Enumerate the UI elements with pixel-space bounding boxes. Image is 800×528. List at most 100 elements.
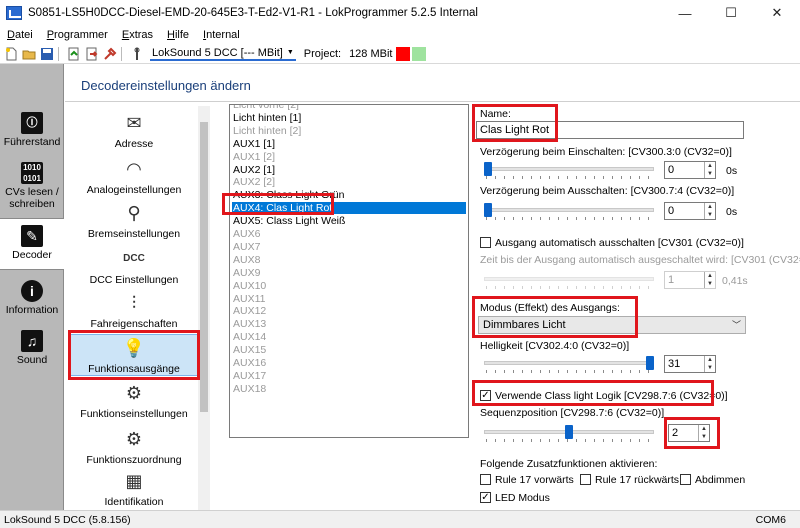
spinner-buttons[interactable]: ▲ ▼ [704,272,715,288]
output-list-item[interactable]: AUX10 [232,280,466,292]
spin-up-icon[interactable]: ▲ [705,356,715,364]
spin-down-icon[interactable]: ▼ [705,211,715,219]
abdimmen-checkbox[interactable] [680,474,691,485]
brake-icon: ⚲ [127,203,141,223]
category-funktionszuordnung[interactable]: ⚙ Funktionszuordnung [70,428,198,468]
delay-off-slider[interactable] [484,208,654,212]
output-list-item[interactable]: AUX1 [2] [232,151,466,163]
delay-on-unit: 0s [726,165,738,177]
output-list-item[interactable]: AUX18 [232,383,466,395]
output-list-item[interactable]: AUX15 [232,344,466,356]
output-list-item[interactable]: AUX5: Class Light Weiß [232,215,466,227]
nav-sound[interactable]: ♫ Sound [0,330,64,370]
delay-on-slider-thumb[interactable] [484,162,492,176]
rule17-forward-checkbox[interactable] [480,474,491,485]
menu-programmer[interactable]: Programmer [40,29,115,41]
slider-ticks [486,439,652,442]
output-list-item[interactable]: AUX9 [232,267,466,279]
output-list-item[interactable]: AUX11 [232,293,466,305]
delay-on-slider[interactable] [484,167,654,171]
title-bar: S0851-LS5H0DCC-Diesel-EMD-20-645E3-T-Ed2… [0,0,800,26]
nav-cvs[interactable]: 1010 0101 CVs lesen / schreiben [0,162,64,214]
export-icon[interactable] [85,47,99,61]
brightness-slider-thumb[interactable] [646,356,654,370]
output-list-item[interactable]: AUX2 [1] [232,164,466,176]
nav-fuehrerstand[interactable]: Ⓘ Führerstand [0,112,64,156]
maximize-button[interactable]: ☐ [708,0,754,26]
delay-off-slider-thumb[interactable] [484,203,492,217]
delay-on-spinner[interactable]: 0 ▲ ▼ [664,161,716,179]
output-list-item[interactable]: AUX1 [1] [232,138,466,150]
output-list-item[interactable]: Licht vorne [2] [232,105,466,111]
save-icon[interactable] [40,47,54,61]
rule17-backward-checkbox[interactable] [580,474,591,485]
output-list-item[interactable]: AUX6 [232,228,466,240]
info-icon: i [21,280,43,302]
status-port: COM6 [755,514,786,526]
output-list-item[interactable]: AUX2 [2] [232,176,466,188]
menu-datei[interactable]: Datei [0,29,40,41]
sequence-slider-thumb[interactable] [565,425,573,439]
spin-down-icon[interactable]: ▼ [705,170,715,178]
spin-up-icon[interactable]: ▲ [705,162,715,170]
nav-information[interactable]: i Information [0,280,64,320]
output-list-item[interactable]: AUX17 [232,370,466,382]
decoder-combo[interactable]: LokSound 5 DCC [--- MBit] ▼ [150,47,296,61]
spin-up-icon[interactable]: ▲ [705,203,715,211]
analog-icon: ◠ [126,159,142,179]
output-list-item[interactable]: AUX12 [232,305,466,317]
auto-off-time-slider[interactable] [484,277,654,281]
category-label: Fahreigenschaften [90,318,178,330]
output-list-item[interactable]: AUX13 [232,318,466,330]
category-funktionseinstellungen[interactable]: ⚙ Funktionseinstellungen [70,382,198,422]
category-adresse[interactable]: ✉ Adresse [70,112,198,152]
auto-off-checkbox[interactable] [480,237,491,248]
output-list-item[interactable]: AUX14 [232,331,466,343]
brightness-slider[interactable] [484,361,654,365]
close-button[interactable]: ✕ [754,0,800,26]
category-bremse[interactable]: ⚲ Bremseinstellungen [70,202,198,242]
led-mode-checkbox[interactable]: ✓ [480,492,491,503]
menu-hilfe[interactable]: Hilfe [160,29,196,41]
brightness-spinner[interactable]: 31 ▲ ▼ [664,355,716,373]
toolbar-separator [121,46,122,61]
spinner-buttons[interactable]: ▲ ▼ [704,162,715,178]
slider-ticks [486,217,652,220]
menu-internal[interactable]: Internal [196,29,247,41]
spinner-buttons[interactable]: ▲ ▼ [704,203,715,219]
nav-label: Führerstand [3,136,61,148]
status-decoder: LokSound 5 DCC (5.8.156) [4,514,131,526]
category-identifikation[interactable]: ▦ Identifikation [70,470,198,510]
category-analog[interactable]: ◠ Analogeinstellungen [70,158,198,198]
slider-ticks [486,370,652,373]
category-scrollbar-thumb[interactable] [200,122,208,412]
auto-off-time-spinner[interactable]: 1 ▲ ▼ [664,271,716,289]
abdimmen-label: Abdimmen [695,474,746,486]
new-file-icon[interactable] [4,47,18,61]
delay-off-spinner[interactable]: 0 ▲ ▼ [664,202,716,220]
output-list-item[interactable]: Licht hinten [1] [232,112,466,124]
minimize-button[interactable]: — [662,0,708,26]
import-icon[interactable] [67,47,81,61]
category-label: Funktionseinstellungen [80,408,188,420]
output-list-item[interactable]: AUX16 [232,357,466,369]
category-scrollbar[interactable] [198,106,210,510]
spin-up-icon[interactable]: ▲ [705,272,715,280]
output-list-item[interactable]: AUX8 [232,254,466,266]
slider-ticks [486,176,652,179]
output-list-item[interactable]: AUX7 [232,241,466,253]
nav-decoder[interactable]: ✎ Decoder [0,218,64,270]
delay-off-label: Verzögerung beim Ausschalten: [CV300.7:4… [480,185,735,197]
spin-down-icon[interactable]: ▼ [705,280,715,288]
spin-down-icon[interactable]: ▼ [705,364,715,372]
spinner-buttons[interactable]: ▲ ▼ [704,356,715,372]
category-label: Funktionszuordnung [86,454,182,466]
category-fahreigenschaften[interactable]: ⫶ Fahreigenschaften [70,292,198,332]
left-navigation: Ⓘ Führerstand 1010 0101 CVs lesen / schre… [0,64,64,510]
wrench-tool-icon[interactable] [130,47,144,61]
category-dcc[interactable]: DCC DCC Einstellungen [70,248,198,288]
open-folder-icon[interactable] [22,47,36,61]
menu-extras[interactable]: Extras [115,29,160,41]
tools-icon[interactable] [103,47,117,61]
output-list-item[interactable]: Licht hinten [2] [232,125,466,137]
